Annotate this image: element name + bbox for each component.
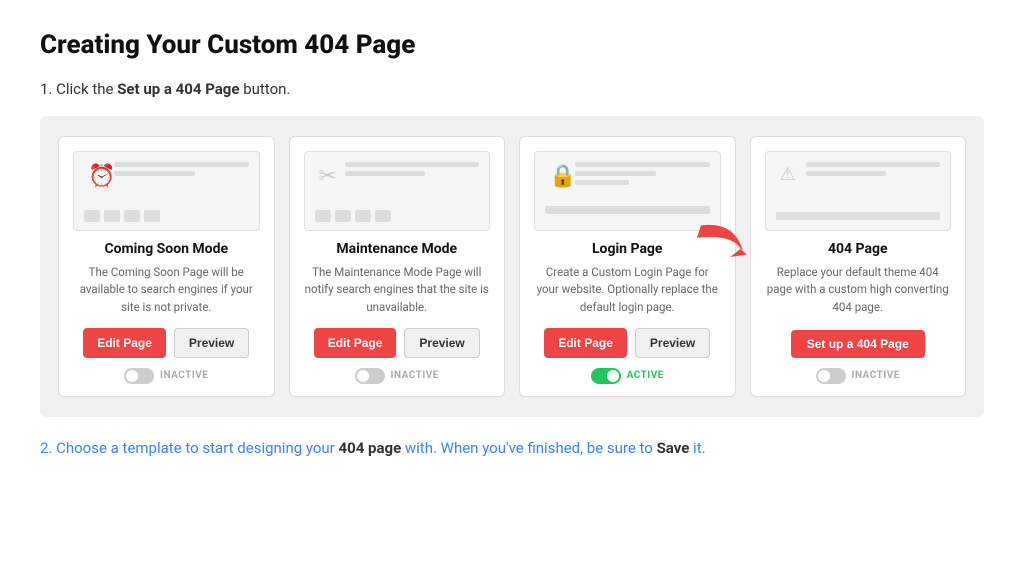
coming-soon-title: Coming Soon Mode — [104, 241, 228, 257]
step1-text: 1. Click the Set up a 404 Page button. — [40, 80, 984, 98]
404-buttons: Set up a 404 Page — [791, 330, 925, 358]
maintenance-status: INACTIVE — [355, 368, 439, 384]
login-buttons: Edit Page Preview — [544, 328, 710, 358]
login-desc: Create a Custom Login Page for your webs… — [534, 264, 721, 316]
login-thumbnail: 🔒 — [534, 151, 721, 231]
coming-soon-thumbnail: ⏰ — [73, 151, 260, 231]
thumb-line-2 — [806, 171, 887, 176]
thumb-box-3 — [124, 210, 140, 222]
maintenance-thumbnail: ✂ — [304, 151, 491, 231]
login-status: ACTIVE — [591, 368, 664, 384]
thumb-line-2 — [114, 171, 195, 176]
maintenance-toggle[interactable] — [355, 368, 385, 384]
card-coming-soon: ⏰ Coming Soon Mode The Coming Soon Page … — [58, 136, 275, 397]
thumb-box-1 — [84, 210, 100, 222]
404-title: 404 Page — [828, 241, 888, 257]
404-status: INACTIVE — [816, 368, 900, 384]
page-title: Creating Your Custom 404 Page — [40, 30, 984, 60]
coming-soon-edit-button[interactable]: Edit Page — [83, 328, 166, 358]
cards-panel: ⏰ Coming Soon Mode The Coming Soon Page … — [40, 116, 984, 417]
maintenance-desc: The Maintenance Mode Page will notify se… — [304, 264, 491, 316]
wrench-icon: ✂ — [319, 164, 337, 189]
thumb-box-3 — [355, 210, 371, 222]
login-title: Login Page — [592, 241, 663, 257]
warning-icon: ⚠ — [780, 164, 796, 185]
coming-soon-status-label: INACTIVE — [160, 370, 208, 381]
login-toggle[interactable] — [591, 368, 621, 384]
login-edit-button[interactable]: Edit Page — [544, 328, 627, 358]
maintenance-edit-button[interactable]: Edit Page — [314, 328, 397, 358]
thumb-box-4 — [144, 210, 160, 222]
lock-icon: 🔒 — [549, 164, 576, 189]
card-404: ⚠ 404 Page Replace your default theme 40… — [750, 136, 967, 397]
thumb-line-1 — [114, 162, 249, 167]
coming-soon-toggle[interactable] — [124, 368, 154, 384]
thumb-line-3 — [575, 180, 629, 185]
thumb-search-bar — [545, 206, 710, 214]
coming-soon-preview-button[interactable]: Preview — [174, 328, 249, 358]
maintenance-buttons: Edit Page Preview — [314, 328, 480, 358]
coming-soon-desc: The Coming Soon Page will be available t… — [73, 264, 260, 316]
404-desc: Replace your default theme 404 page with… — [765, 264, 952, 318]
404-status-label: INACTIVE — [852, 370, 900, 381]
thumb-line-2 — [345, 171, 426, 176]
404-toggle[interactable] — [816, 368, 846, 384]
thumb-search-bar — [776, 212, 941, 220]
card-maintenance: ✂ Maintenance Mode The Maintenance Mode … — [289, 136, 506, 397]
login-preview-button[interactable]: Preview — [635, 328, 710, 358]
thumb-box-4 — [375, 210, 391, 222]
clock-icon: ⏰ — [88, 164, 115, 189]
thumb-box-1 — [315, 210, 331, 222]
maintenance-preview-button[interactable]: Preview — [404, 328, 479, 358]
maintenance-status-label: INACTIVE — [391, 370, 439, 381]
step2-text: 2. Choose a template to start designing … — [40, 439, 984, 457]
setup-404-button[interactable]: Set up a 404 Page — [791, 330, 925, 358]
thumb-line-2 — [575, 171, 656, 176]
coming-soon-status: INACTIVE — [124, 368, 208, 384]
404-thumbnail: ⚠ — [765, 151, 952, 231]
thumb-box-2 — [335, 210, 351, 222]
thumb-line-1 — [575, 162, 710, 167]
maintenance-title: Maintenance Mode — [336, 241, 457, 257]
coming-soon-buttons: Edit Page Preview — [83, 328, 249, 358]
card-login: 🔒 Login Page Create a Custom Login Page … — [519, 136, 736, 397]
login-status-label: ACTIVE — [627, 370, 664, 381]
thumb-line-1 — [345, 162, 480, 167]
thumb-box-2 — [104, 210, 120, 222]
thumb-line-1 — [806, 162, 941, 167]
